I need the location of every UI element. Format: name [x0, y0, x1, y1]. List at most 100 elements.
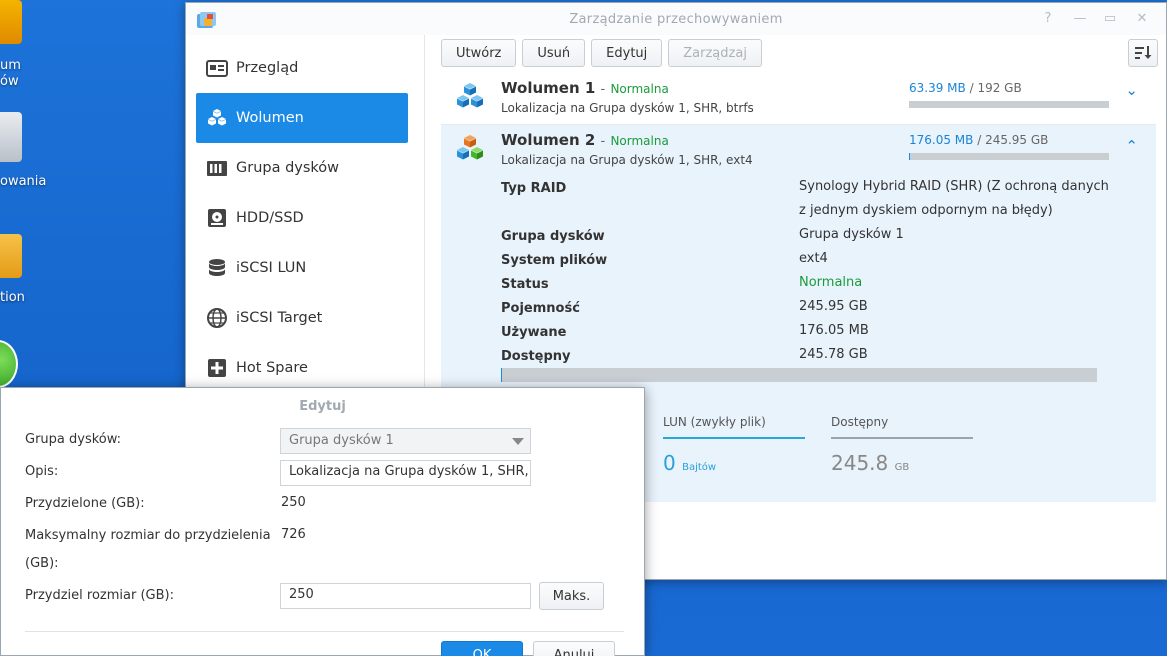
- volume-cubes-icon: [208, 109, 226, 126]
- sidebar-item-overview[interactable]: Przegląd: [196, 43, 408, 93]
- available-stat-value: 245.8 GB: [831, 451, 973, 475]
- used-label: Używane: [501, 325, 567, 340]
- lun-stat-label: LUN (zwykły plik): [663, 415, 805, 439]
- sort-icon: [1135, 46, 1152, 59]
- create-button[interactable]: Utwórz: [441, 39, 517, 67]
- dialog-separator: [25, 631, 624, 632]
- sidebar-item-disk-group[interactable]: Grupa dysków: [196, 143, 408, 193]
- capacity-label: Pojemność: [501, 301, 580, 316]
- disk-group-icon: [207, 161, 227, 176]
- hot-spare-icon: [208, 359, 226, 377]
- collapse-chevron-icon[interactable]: ⌃: [1125, 137, 1138, 155]
- delete-button[interactable]: Usuń: [522, 39, 586, 67]
- chevron-down-icon: [512, 438, 524, 445]
- settings-app-icon: [0, 112, 22, 162]
- alloc-size-input[interactable]: 250: [280, 583, 531, 609]
- volume-status: Normalna: [610, 82, 669, 96]
- sidebar-item-label: iSCSI Target: [236, 310, 323, 326]
- volume-usage: 63.39 MB / 192 GB: [909, 81, 1022, 95]
- edit-button[interactable]: Edytuj: [591, 39, 663, 67]
- max-size-label-line2: (GB):: [25, 556, 59, 571]
- sidebar-item-label: Hot Spare: [236, 360, 308, 376]
- overview-icon: [206, 60, 228, 77]
- filesystem-label: System plików: [501, 253, 608, 268]
- sort-button[interactable]: [1128, 39, 1158, 67]
- available-stat-label: Dostępny: [831, 415, 973, 439]
- disk-group-label: Grupa dysków: [501, 229, 605, 244]
- desktop-label-1: um: [0, 58, 21, 73]
- lun-stat: LUN (zwykły plik) 0 Bajtów: [663, 415, 805, 475]
- available-stat: Dostępny 245.8 GB: [831, 415, 973, 475]
- description-input[interactable]: Lokalizacja na Grupa dysków 1, SHR, e: [280, 460, 531, 486]
- disk-group-select[interactable]: Grupa dysków 1: [280, 428, 531, 454]
- allocated-value: 250: [281, 495, 306, 510]
- hdd-icon: [208, 209, 226, 227]
- max-size-value: 726: [281, 527, 306, 542]
- volume-separator: -: [600, 134, 606, 149]
- volume-detail-usage-bar: [501, 368, 1097, 382]
- cancel-button[interactable]: Anuluj: [533, 641, 615, 656]
- available-stat-unit: GB: [894, 462, 910, 473]
- volume-usage: 176.05 MB / 245.95 GB: [909, 133, 1048, 147]
- volume-row-1[interactable]: Wolumen 1 - Normalna Lokalizacja na Grup…: [441, 73, 1156, 125]
- disk-group-field-label: Grupa dysków:: [25, 432, 122, 447]
- sidebar-item-hot-spare[interactable]: Hot Spare: [196, 343, 408, 393]
- volume-used: 176.05 MB: [909, 133, 974, 147]
- lun-stat-number: 0: [663, 451, 676, 475]
- maximize-icon[interactable]: ▭: [1102, 12, 1118, 26]
- sidebar-item-label: iSCSI LUN: [236, 260, 307, 276]
- volume-total: / 245.95 GB: [977, 133, 1049, 147]
- disk-group-value: Grupa dysków 1: [799, 227, 904, 242]
- allocated-label: Przydzielone (GB):: [25, 496, 145, 511]
- volume-location: Lokalizacja na Grupa dysków 1, SHR, ext4: [501, 153, 753, 167]
- capacity-value: 245.95 GB: [799, 299, 868, 314]
- volume-cubes-icon: [457, 83, 483, 108]
- alloc-size-label: Przydziel rozmiar (GB):: [25, 588, 174, 603]
- available-label: Dostępny: [501, 349, 571, 364]
- album-app-icon: [0, 0, 22, 44]
- expand-chevron-icon[interactable]: ⌄: [1125, 81, 1138, 99]
- disk-group-select-value: Grupa dysków 1: [289, 433, 394, 448]
- help-icon[interactable]: ?: [1040, 12, 1056, 26]
- status-value: Normalna: [799, 275, 863, 290]
- volume-used: 63.39 MB: [909, 81, 966, 95]
- volume-separator: -: [600, 82, 606, 97]
- description-field-label: Opis:: [25, 464, 59, 479]
- green-app-icon: [0, 340, 18, 388]
- volume-usage-bar: [909, 153, 1109, 160]
- sidebar-item-hdd-ssd[interactable]: HDD/SSD: [196, 193, 408, 243]
- raid-type-value: Synology Hybrid RAID (SHR) (Z ochroną da…: [799, 179, 1109, 218]
- sidebar-item-iscsi-target[interactable]: iSCSI Target: [196, 293, 408, 343]
- search-app-icon: [0, 234, 22, 278]
- sidebar-item-iscsi-lun[interactable]: iSCSI LUN: [196, 243, 408, 293]
- desktop-label-4: tion: [0, 290, 25, 305]
- volume-usage-bar: [909, 101, 1109, 108]
- window-title: Zarządzanie przechowywaniem: [569, 12, 783, 27]
- globe-icon: [207, 308, 227, 328]
- volume-name: Wolumen 2 - Normalna: [501, 131, 669, 149]
- ok-button[interactable]: OK: [441, 641, 523, 656]
- used-value: 176.05 MB: [799, 323, 869, 338]
- lun-stat-value: 0 Bajtów: [663, 451, 805, 475]
- manage-button[interactable]: Zarządzaj: [668, 39, 762, 67]
- available-stat-number: 245.8: [831, 451, 889, 475]
- lun-stat-unit: Bajtów: [682, 462, 717, 473]
- sidebar-item-label: Przegląd: [236, 60, 299, 76]
- max-button[interactable]: Maks.: [539, 582, 604, 610]
- close-icon[interactable]: ✕: [1134, 12, 1150, 26]
- desktop-label-3: owania: [0, 174, 47, 189]
- available-value: 245.78 GB: [799, 347, 868, 362]
- status-label: Status: [501, 277, 549, 292]
- volume-name: Wolumen 1 - Normalna: [501, 79, 669, 97]
- window-titlebar[interactable]: Zarządzanie przechowywaniem ? — ▭ ✕: [186, 3, 1166, 35]
- sidebar-item-label: HDD/SSD: [236, 210, 304, 226]
- volume-status: Normalna: [610, 134, 669, 148]
- volume-title: Wolumen 2: [501, 131, 596, 149]
- max-size-label-line1: Maksymalny rozmiar do przydzielenia: [25, 528, 271, 543]
- desktop-label-2: ów: [0, 74, 19, 89]
- volume-location: Lokalizacja na Grupa dysków 1, SHR, btrf…: [501, 101, 754, 115]
- edit-dialog: Edytuj Grupa dysków: Grupa dysków 1 Opis…: [0, 387, 645, 656]
- sidebar-item-volume[interactable]: Wolumen: [196, 93, 408, 143]
- minimize-icon[interactable]: —: [1072, 12, 1088, 26]
- max-size-label: Maksymalny rozmiar do przydzielenia (GB)…: [25, 522, 271, 578]
